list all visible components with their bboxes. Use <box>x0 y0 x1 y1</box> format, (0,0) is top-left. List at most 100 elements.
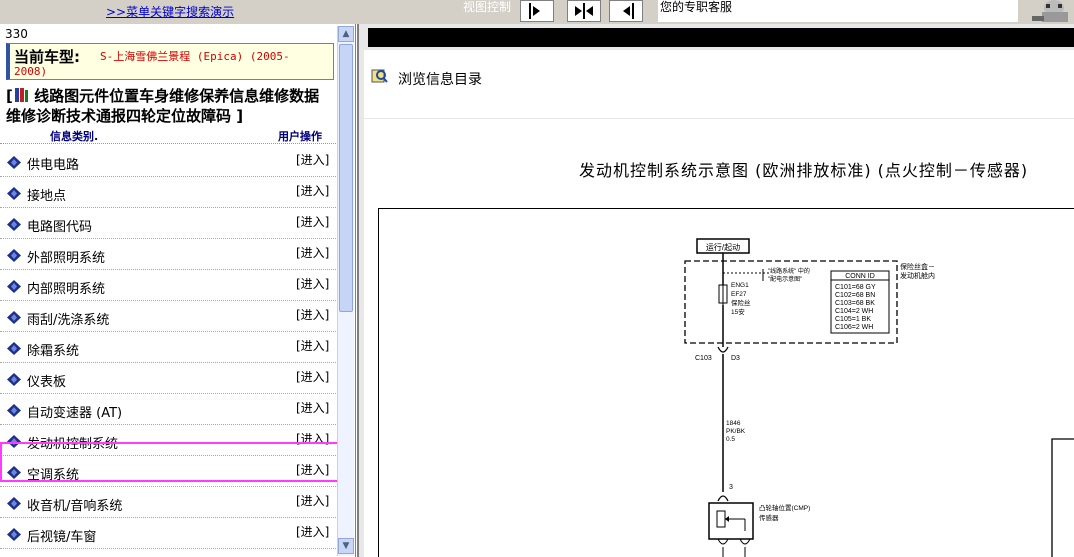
cmp-sensor-symbol <box>716 510 726 528</box>
list-item[interactable]: 供电电路 [进入] <box>0 146 336 177</box>
current-vehicle-box: 当前车型: S-上海雪佛兰景程 (Epica) (2005- 2008) <box>6 43 334 80</box>
list-item-label[interactable]: 接地点 <box>27 185 66 204</box>
enter-link[interactable]: [进入] <box>296 430 329 447</box>
note-line1: "线路系统" 中的 <box>768 267 810 275</box>
list-item[interactable]: 发动机控制系统 [进入] <box>0 425 336 456</box>
book-icon <box>14 88 28 102</box>
list-item[interactable]: 后视镜/车窗 [进入] <box>0 518 336 549</box>
enter-link[interactable]: [进入] <box>296 461 329 478</box>
diagram-content: 发动机控制系统示意图 (欧洲排放标准) (点火控制－传感器) 运行/起动 保险丝… <box>364 119 1074 557</box>
list-item[interactable]: 内部照明系统 [进入] <box>0 270 336 301</box>
nav-link-wiring[interactable]: 线路图 <box>34 87 79 105</box>
nav-link-alignment[interactable]: 四轮定位 <box>126 107 186 125</box>
nav-link-maintenance[interactable]: 保养信息 <box>199 87 259 105</box>
enter-link[interactable]: [进入] <box>296 368 329 385</box>
wire-color: PK/BK <box>726 428 746 435</box>
conn-row: C102=68 BN <box>835 292 875 299</box>
list-item-label[interactable]: 仪表板 <box>27 371 66 390</box>
list-item-label[interactable]: 外部照明系统 <box>27 247 105 266</box>
list-item[interactable]: 接地点 [进入] <box>0 177 336 208</box>
scroll-thumb[interactable] <box>339 44 353 312</box>
diamond-bullet-icon <box>7 497 21 510</box>
list-item-label[interactable]: 收音机/音响系统 <box>27 495 122 514</box>
current-vehicle-label: 当前车型: <box>14 48 80 66</box>
nav-link-repair-data[interactable]: 维修数据 <box>259 87 319 105</box>
wire-id: 1846 <box>726 420 741 427</box>
fuse-box-label: 保险丝盒－ <box>900 262 935 271</box>
panel-split-icon <box>575 3 593 19</box>
nav-link-component-location[interactable]: 元件位置 <box>79 87 139 105</box>
list-item-label[interactable]: 后视镜/车窗 <box>27 526 96 545</box>
conn-header: CONN ID <box>845 273 875 280</box>
list-item[interactable]: 仪表板 [进入] <box>0 363 336 394</box>
diamond-bullet-icon <box>7 249 21 262</box>
enter-link[interactable]: [进入] <box>296 523 329 540</box>
result-count: 330 <box>5 27 28 41</box>
enter-link[interactable]: [进入] <box>296 244 329 261</box>
keyword-search-demo-link[interactable]: >>菜单关键字搜索演示 <box>106 3 234 20</box>
scroll-down-icon[interactable]: ▼ <box>338 538 354 554</box>
current-vehicle-value-cont: 2008) <box>14 65 48 78</box>
list-item-label[interactable]: 发动机控制系统 <box>27 433 118 452</box>
conn-row: C106=2 WH <box>835 324 873 331</box>
enter-link[interactable]: [进入] <box>296 337 329 354</box>
nav-bracket-close: ] <box>236 107 244 125</box>
left-scrollbar[interactable]: ▲ ▼ <box>337 26 354 556</box>
sensor-pin: 3 <box>729 484 733 491</box>
fuse-id2: EF27 <box>731 291 747 298</box>
enter-link[interactable]: [进入] <box>296 275 329 292</box>
diamond-bullet-icon <box>7 218 21 231</box>
list-item-label[interactable]: 电路图代码 <box>27 216 92 235</box>
list-item[interactable]: 外部照明系统 [进入] <box>0 239 336 270</box>
enter-link[interactable]: [进入] <box>296 306 329 323</box>
list-item[interactable]: 空调系统 [进入] <box>0 456 336 487</box>
enter-link[interactable]: [进入] <box>296 182 329 199</box>
top-toolbar: >>菜单关键字搜索演示 视图控制 您的专职客服 <box>0 0 1074 24</box>
list-item-label[interactable]: 雨刮/洗涤系统 <box>27 309 109 328</box>
list-item[interactable]: 自动变速器 (AT) [进入] <box>0 394 336 425</box>
connector-pin: D3 <box>731 355 740 362</box>
current-vehicle-value: S-上海雪佛兰景程 (Epica) (2005- <box>100 50 290 63</box>
diamond-bullet-icon <box>7 373 21 386</box>
left-panel: 330 当前车型: S-上海雪佛兰景程 (Epica) (2005- 2008)… <box>0 24 356 557</box>
conn-row: C101=68 GY <box>835 284 876 291</box>
enter-link[interactable]: [进入] <box>296 492 329 509</box>
view-left-button[interactable] <box>520 0 554 22</box>
list-item-label[interactable]: 空调系统 <box>27 464 79 483</box>
engine-compartment-label: 发动机舱内 <box>900 271 935 280</box>
list-item-label[interactable]: 除霜系统 <box>27 340 79 359</box>
header-user-ops: 用户操作 <box>278 130 322 143</box>
nav-link-diagnosis[interactable]: 维修诊断 <box>6 107 66 125</box>
nav-link-fault-code[interactable]: 故障码 <box>186 107 231 125</box>
nav-bracket-open: [ <box>6 87 13 105</box>
list-header: 信息类别. 用户操作 <box>0 126 336 144</box>
cmp-sensor-box <box>708 502 754 540</box>
list-item[interactable]: 除霜系统 [进入] <box>0 332 336 363</box>
view-split-button[interactable] <box>567 0 601 22</box>
category-nav-links: [ 线路图元件位置车身维修保养信息维修数据维修诊断技术通报四轮定位故障码 ] <box>6 86 336 126</box>
enter-link[interactable]: [进入] <box>296 399 329 416</box>
browse-title: 浏览信息目录 <box>398 72 482 88</box>
list-item[interactable]: 雨刮/洗涤系统 [进入] <box>0 301 336 332</box>
diamond-bullet-icon <box>7 528 21 541</box>
list-item-label[interactable]: 内部照明系统 <box>27 278 105 297</box>
list-item-label[interactable]: 供电电路 <box>27 154 79 173</box>
nav-link-tech-bulletin[interactable]: 技术通报 <box>66 107 126 125</box>
list-item[interactable]: 电路图代码 [进入] <box>0 208 336 239</box>
conn-row: C104=2 WH <box>835 308 873 315</box>
diamond-bullet-icon <box>7 435 21 448</box>
diamond-bullet-icon <box>7 156 21 169</box>
enter-link[interactable]: [进入] <box>296 151 329 168</box>
diamond-bullet-icon <box>7 187 21 200</box>
list-item-label[interactable]: 自动变速器 (AT) <box>27 402 122 421</box>
customer-service-text: 您的专职客服 <box>660 0 733 14</box>
enter-link[interactable]: [进入] <box>296 213 329 230</box>
view-right-button[interactable] <box>609 0 643 22</box>
conn-row: C103=68 BK <box>835 300 875 307</box>
run-start-label: 运行/起动 <box>706 242 740 252</box>
nav-link-body-repair[interactable]: 车身维修 <box>139 87 199 105</box>
scroll-up-icon[interactable]: ▲ <box>338 26 354 42</box>
list-item[interactable]: 收音机/音响系统 [进入] <box>0 487 336 518</box>
diamond-bullet-icon <box>7 342 21 355</box>
header-category: 信息类别. <box>50 130 99 143</box>
